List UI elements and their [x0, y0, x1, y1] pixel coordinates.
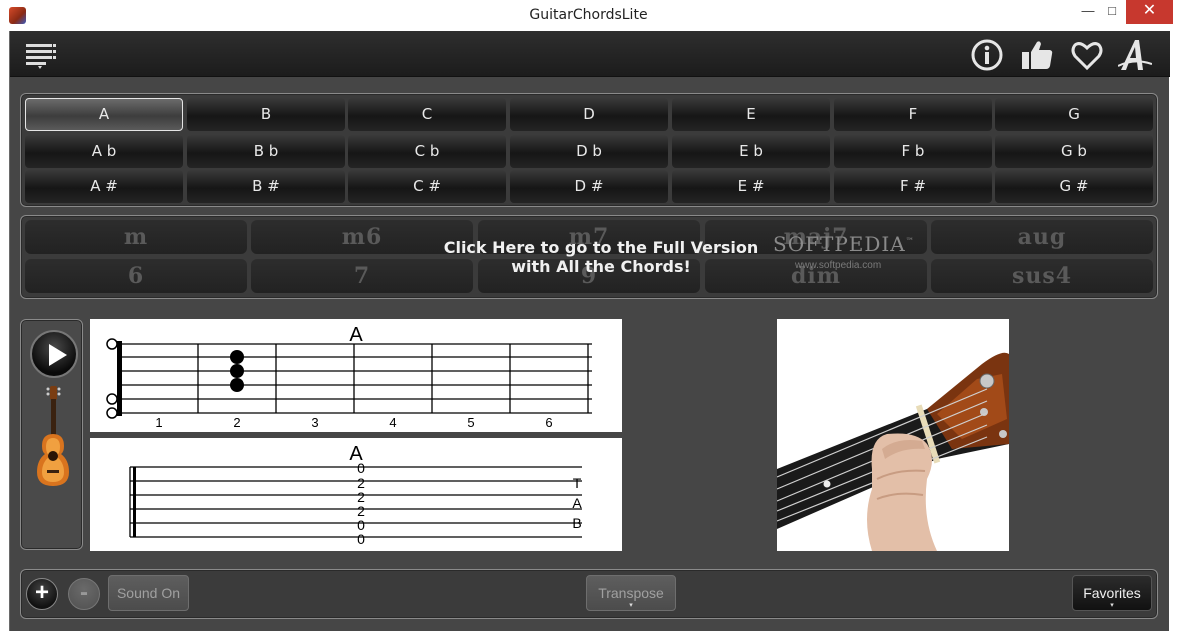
key-f[interactable]: F	[834, 98, 992, 131]
diagram-chord-name: A	[349, 324, 363, 346]
fret-number: 1	[155, 415, 162, 430]
chord-photo	[777, 319, 1009, 551]
transpose-label: Transpose	[598, 585, 664, 601]
key-d-flat[interactable]: D b	[510, 135, 668, 168]
key-c-sharp[interactable]: C #	[348, 170, 506, 203]
type-m: m	[25, 220, 247, 254]
key-g-sharp[interactable]: G #	[995, 170, 1153, 203]
open-string-marker	[106, 338, 118, 350]
key-f-sharp[interactable]: F #	[834, 170, 992, 203]
remove-button[interactable]: -	[68, 578, 100, 610]
play-button[interactable]	[30, 330, 78, 378]
guitar-icon[interactable]	[34, 384, 72, 488]
watermark-tm: ™	[905, 236, 915, 246]
key-b-flat[interactable]: B b	[187, 135, 345, 168]
chevron-down-icon: ▾	[1110, 602, 1114, 609]
tab-letter: T	[573, 475, 582, 491]
open-string-marker	[106, 407, 118, 419]
info-icon[interactable]	[970, 38, 1004, 72]
close-button[interactable]: ✕	[1126, 0, 1173, 24]
type-sus4: sus4	[931, 259, 1153, 293]
favorites-button[interactable]: Favorites ▾	[1072, 575, 1152, 611]
chord-tablature: A 0 2 2 2 0 0 T A B	[90, 438, 622, 551]
type-6: 6	[25, 259, 247, 293]
chord-diagram: A 1 2 3 4 5 6	[90, 319, 622, 432]
fret-number: 2	[233, 415, 240, 430]
maximize-button[interactable]: □	[1098, 0, 1126, 24]
thumbs-up-icon[interactable]	[1020, 38, 1054, 72]
heart-icon[interactable]	[1070, 38, 1104, 72]
fret-number: 3	[311, 415, 318, 430]
fret-number: 5	[467, 415, 474, 430]
key-c-flat[interactable]: C b	[348, 135, 506, 168]
menu-icon[interactable]	[24, 41, 58, 69]
bottom-toolbar: + - Sound On Transpose ▾ Favorites ▾	[20, 569, 1158, 619]
chevron-down-icon: ▾	[629, 602, 633, 609]
finger-dot	[230, 350, 244, 364]
key-g[interactable]: G	[995, 98, 1153, 131]
finger-dot	[230, 364, 244, 378]
key-c[interactable]: C	[348, 98, 506, 131]
top-toolbar	[10, 31, 1170, 77]
favorites-label: Favorites	[1083, 585, 1141, 601]
key-e[interactable]: E	[672, 98, 830, 131]
tab-letter: B	[572, 515, 581, 531]
tab-value: 0	[357, 460, 365, 476]
key-a-flat[interactable]: A b	[25, 135, 183, 168]
promo-line-2: with All the Chords!	[511, 257, 691, 276]
watermark-url: www.softpedia.com	[795, 260, 882, 271]
window-title: GuitarChordsLite	[529, 7, 648, 23]
open-string-marker	[106, 393, 118, 405]
key-d-sharp[interactable]: D #	[510, 170, 668, 203]
key-d[interactable]: D	[510, 98, 668, 131]
app-window: A B C D E F G A b B b C b D b E b F b G …	[9, 31, 1170, 631]
key-b-sharp[interactable]: B #	[187, 170, 345, 203]
key-f-flat[interactable]: F b	[834, 135, 992, 168]
tab-value: 0	[357, 531, 365, 547]
add-button[interactable]: +	[26, 578, 58, 610]
key-a[interactable]: A	[25, 98, 183, 131]
chord-types-panel[interactable]: m m6 m7 maj7 aug 6 7 9 dim sus4 SOFTPEDI…	[20, 215, 1158, 299]
tab-letter: A	[572, 495, 582, 511]
left-side-panel	[20, 319, 83, 550]
key-g-flat[interactable]: G b	[995, 135, 1153, 168]
fret-number: 4	[389, 415, 396, 430]
promo-line-1: Click Here to go to the Full Version	[443, 238, 759, 257]
finger-dot	[230, 378, 244, 392]
full-version-link[interactable]: Click Here to go to the Full Version wit…	[401, 238, 801, 276]
sound-toggle-button[interactable]: Sound On	[108, 575, 189, 611]
key-a-sharp[interactable]: A #	[25, 170, 183, 203]
key-e-flat[interactable]: E b	[672, 135, 830, 168]
fret-number: 6	[545, 415, 552, 430]
root-keys-panel: A B C D E F G A b B b C b D b E b F b G …	[20, 93, 1158, 207]
key-b[interactable]: B	[187, 98, 345, 131]
font-icon[interactable]	[1118, 38, 1152, 72]
key-e-sharp[interactable]: E #	[672, 170, 830, 203]
title-bar: GuitarChordsLite — □ ✕	[0, 0, 1177, 31]
transpose-button[interactable]: Transpose ▾	[586, 575, 676, 611]
type-aug: aug	[931, 220, 1153, 254]
